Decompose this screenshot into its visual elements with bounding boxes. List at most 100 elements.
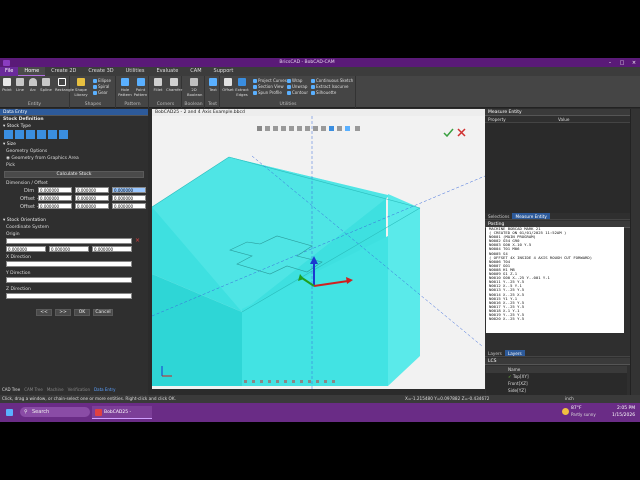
project-curves-button[interactable]: Project Curves [253, 78, 287, 83]
2d-boolean-button[interactable]: 2D Boolean [187, 78, 202, 97]
taskbar-app-bobcad[interactable]: BobCAD25 - BobCAD-CA [92, 406, 152, 419]
polygon-stock-icon[interactable] [26, 130, 35, 139]
point-button[interactable]: Point [1, 78, 13, 92]
origin-z-field[interactable]: 0.000000 [92, 246, 132, 252]
size-header[interactable]: ▾ Size [0, 141, 148, 148]
wrap-button[interactable]: Wrap [287, 78, 302, 83]
right-tabs: Selections Measure Entity [485, 213, 630, 220]
extrude-stock-icon[interactable] [37, 130, 46, 139]
rectangle-icon [58, 78, 66, 86]
document-tab[interactable]: BobCAD25 - 2 and 4 Axis Example.bbcd [152, 109, 485, 116]
tab-cam-tree[interactable]: CAM Tree [22, 386, 45, 393]
hole-pattern-button[interactable]: Hole Pattern [118, 78, 132, 97]
spun-profile-button[interactable]: Spun Profile [253, 90, 282, 95]
stock-type-header[interactable]: ▾ Stock Type [0, 123, 148, 130]
spiral-button[interactable]: Spiral [93, 84, 109, 89]
box-stock-icon[interactable] [4, 130, 13, 139]
ok-button[interactable]: OK [74, 309, 90, 316]
line-button[interactable]: Line [14, 78, 26, 92]
z-direction-field[interactable] [6, 293, 132, 299]
unwrap-button[interactable]: Unwrap [287, 84, 307, 89]
view-toolbar[interactable] [257, 126, 360, 131]
tab-machine[interactable]: Machine [45, 386, 66, 393]
accept-icon[interactable] [443, 128, 454, 138]
tab-home[interactable]: Home [18, 67, 46, 76]
fillet-button[interactable]: Fillet [151, 78, 165, 92]
close-icon[interactable]: × [628, 60, 640, 66]
shape-library-button[interactable]: Shape Library [73, 78, 89, 97]
offset-plus-y-field[interactable]: 0.000000 [75, 195, 109, 201]
dim-x-field[interactable]: 0.000000 [38, 187, 72, 193]
cylinder-stock-icon[interactable] [15, 130, 24, 139]
spline-button[interactable]: Spline [40, 78, 52, 92]
text-button[interactable]: Text [207, 78, 219, 92]
taskbar-search[interactable]: ⚲ Search [20, 407, 90, 417]
point-pattern-button[interactable]: Point Pattern [133, 78, 148, 97]
lcs-row-front[interactable]: Front[XZ] [486, 380, 627, 387]
units-label[interactable]: inch [565, 395, 574, 403]
tab-selections[interactable]: Selections [485, 213, 512, 219]
origin-y-field[interactable]: 0.000000 [49, 246, 89, 252]
tab-create-3d[interactable]: Create 3D [82, 67, 119, 76]
gear-button[interactable]: Gear [93, 90, 108, 95]
graphics-viewport[interactable]: BobCAD25 - 2 and 4 Axis Example.bbcd [152, 109, 485, 389]
clear-icon[interactable]: × [135, 237, 140, 244]
lcs-row-side[interactable]: Side[YZ] [486, 387, 627, 394]
tab-utilities[interactable]: Utilities [120, 67, 151, 76]
cancel-button[interactable]: Cancel [93, 309, 113, 316]
cancel-icon[interactable] [457, 128, 466, 137]
zoom-icon [281, 126, 286, 131]
tab-cam[interactable]: CAM [184, 67, 207, 76]
continuous-sketch-button[interactable]: Continuous Sketch [311, 78, 353, 83]
contour-button[interactable]: Contour [287, 90, 308, 95]
extract-edges-button[interactable]: Extract Edges [235, 78, 249, 97]
tab-layers[interactable]: Layers [504, 350, 525, 356]
dim-y-field[interactable]: 0.000000 [75, 187, 109, 193]
tab-cad-tree[interactable]: CAD Tree [0, 386, 22, 393]
posting-list[interactable]: MACHINE BOBCAD MARK 21 ( CREATED ON 01/0… [486, 227, 624, 333]
ellipse-button[interactable]: Ellipse [93, 78, 111, 83]
dialog-buttons: << >> OK Cancel [36, 309, 148, 316]
tab-create-2d[interactable]: Create 2D [45, 67, 82, 76]
tab-data-entry[interactable]: Data Entry [92, 386, 117, 393]
x-direction-field[interactable] [6, 261, 132, 267]
3d-model-view[interactable] [152, 116, 485, 389]
minimize-icon[interactable]: – [604, 60, 616, 66]
section-view-button[interactable]: Section View [253, 84, 284, 89]
dim-z-field[interactable]: 0.000000 [112, 187, 146, 193]
stock-orientation-header[interactable]: ▾ Stock Orientation [0, 217, 148, 224]
geometry-from-graphics-radio[interactable]: ◉ Geometry from Graphics Area [0, 155, 148, 162]
tab-verification[interactable]: Verification [66, 386, 92, 393]
previous-button[interactable]: << [36, 309, 52, 316]
application-window: BricsCAD - BobCAD-CAM – □ × File Home Cr… [0, 58, 640, 422]
offset-minus-x-field[interactable]: 0.000000 [38, 203, 72, 209]
next-button[interactable]: >> [55, 309, 71, 316]
revolve-stock-icon[interactable] [48, 130, 57, 139]
clock-time[interactable]: 2:05 PM [617, 406, 635, 411]
calculate-stock-button[interactable]: Calculate Stock [4, 171, 144, 178]
extract-isocurve-button[interactable]: Extract Isocurve [311, 84, 349, 89]
offset-minus-y-field[interactable]: 0.000000 [75, 203, 109, 209]
origin-x-field[interactable]: 0.000000 [6, 246, 46, 252]
arc-button[interactable]: Arc [27, 78, 39, 92]
offset-plus-z-field[interactable]: 0.000000 [112, 195, 146, 201]
offset-button[interactable]: Offset [222, 78, 234, 92]
tab-measure-entity[interactable]: Measure Entity [512, 213, 550, 219]
pick-radio[interactable]: Pick [0, 162, 148, 169]
lcs-row-top[interactable]: ✓ Top[XY] [486, 373, 627, 380]
file-stock-icon[interactable] [59, 130, 68, 139]
maximize-icon[interactable]: □ [616, 60, 628, 66]
rectangle-button[interactable]: Rectangle [55, 78, 74, 92]
origin-select-field[interactable] [6, 238, 132, 244]
silhouette-button[interactable]: Silhouette [311, 90, 336, 95]
offset-minus-z-field[interactable]: 0.000000 [112, 203, 146, 209]
tab-support[interactable]: Support [208, 67, 240, 76]
chamfer-button[interactable]: Chamfer [166, 78, 182, 92]
file-menu[interactable]: File [0, 67, 19, 76]
tab-evaluate[interactable]: Evaluate [150, 67, 184, 76]
offset-plus-x-field[interactable]: 0.000000 [38, 195, 72, 201]
start-icon[interactable] [6, 409, 13, 416]
side-panel-strip[interactable] [630, 109, 640, 396]
clock-date[interactable]: 1/15/2026 [612, 413, 635, 418]
y-direction-field[interactable] [6, 277, 132, 283]
